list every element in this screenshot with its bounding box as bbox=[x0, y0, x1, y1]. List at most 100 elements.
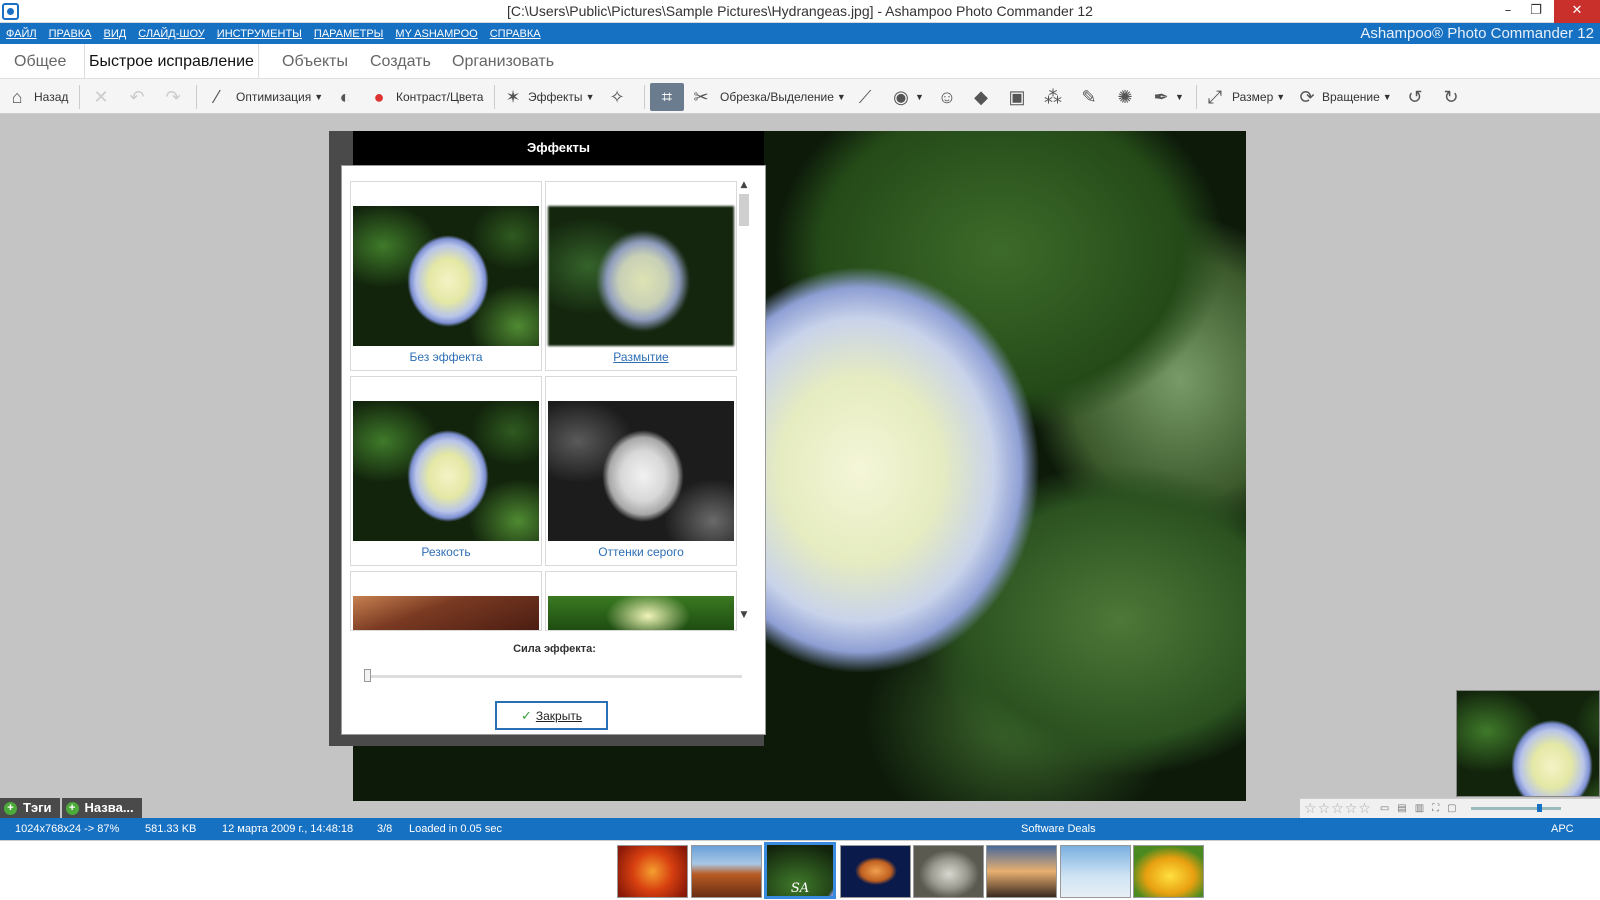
filmstrip-thumb-penguins[interactable] bbox=[1060, 845, 1131, 898]
effect-sepia[interactable] bbox=[350, 571, 542, 631]
frame-button[interactable]: ▣ bbox=[1006, 83, 1028, 111]
zoom-slider-handle[interactable] bbox=[1537, 804, 1542, 812]
filmstrip-thumb-chrysanthemum[interactable] bbox=[617, 845, 688, 898]
rotate-right-button[interactable]: ↻ bbox=[1440, 83, 1462, 111]
effects-scrollbar[interactable]: ▲ ▼ bbox=[736, 178, 752, 623]
star-icon[interactable]: ☆ bbox=[1358, 801, 1371, 817]
chevron-down-icon: ▼ bbox=[915, 92, 924, 102]
scroll-down-icon[interactable]: ▼ bbox=[736, 608, 752, 622]
effect-thumbnail bbox=[353, 206, 539, 346]
effect-blur[interactable]: Размытие bbox=[545, 181, 737, 371]
compare-icon[interactable]: ▤ bbox=[1397, 803, 1406, 814]
name-tab[interactable]: + Назва... bbox=[61, 798, 142, 818]
effect-vivid[interactable] bbox=[545, 571, 737, 631]
straighten-button[interactable]: ⟋ bbox=[854, 83, 876, 111]
rotate-left-button[interactable]: ↺ bbox=[1404, 83, 1426, 111]
portrait-button[interactable]: ☺ bbox=[936, 83, 958, 111]
window-title: [C:\Users\Public\Pictures\Sample Picture… bbox=[507, 3, 1093, 19]
line-icon: ⟋ bbox=[858, 87, 872, 107]
filmstrip-thumb-jellyfish[interactable] bbox=[840, 845, 911, 898]
rotate-left-icon: ↺ bbox=[1407, 87, 1423, 107]
tab-organize[interactable]: Организовать bbox=[448, 44, 558, 78]
splash-button[interactable]: ✺ bbox=[1114, 83, 1136, 111]
redo-button[interactable]: ↷ bbox=[162, 83, 184, 111]
zoom-slider[interactable] bbox=[1470, 807, 1561, 810]
scroll-up-icon[interactable]: ▲ bbox=[736, 178, 752, 192]
effects-button[interactable]: ✶ Эффекты ▼ bbox=[502, 83, 594, 111]
picture-icon[interactable]: ▭ bbox=[1380, 803, 1389, 814]
rotate-button[interactable]: ⟳ Вращение ▼ bbox=[1296, 83, 1391, 111]
noise-button[interactable]: ⁂ bbox=[1042, 83, 1064, 111]
effect-strength-slider[interactable] bbox=[366, 675, 742, 678]
undo-button[interactable]: ↶ bbox=[126, 83, 148, 111]
navigator-preview[interactable] bbox=[1456, 690, 1600, 797]
stars-icon: ✶ bbox=[505, 87, 521, 107]
maximize-button[interactable]: ❐ bbox=[1522, 0, 1550, 23]
resize-button[interactable]: ⤢ Размер ▼ bbox=[1204, 83, 1285, 111]
tab-general[interactable]: Общее bbox=[10, 44, 70, 78]
filmstrip-thumb-koala[interactable] bbox=[913, 845, 984, 898]
clone-button[interactable]: ✒ ▼ bbox=[1150, 83, 1183, 111]
resize-icon: ⤢ bbox=[1207, 87, 1223, 107]
optimize-button[interactable]: ⁄ Оптимизация ▼ bbox=[206, 83, 323, 111]
sparkle-button[interactable]: ✧ bbox=[606, 83, 628, 111]
monitor-icon[interactable]: ▢ bbox=[1447, 803, 1456, 814]
effect-thumbnail bbox=[548, 206, 734, 346]
brand-label: Ashampoo® Photo Commander 12 bbox=[1360, 25, 1594, 42]
filmstrip-thumb-lighthouse[interactable] bbox=[986, 845, 1057, 898]
software-deals-link[interactable]: Software Deals bbox=[1021, 818, 1096, 840]
menu-help[interactable]: СПРАВКА bbox=[490, 28, 541, 40]
tab-objects[interactable]: Объекты bbox=[278, 44, 352, 78]
minimize-button[interactable]: – bbox=[1494, 0, 1522, 23]
menu-edit[interactable]: ПРАВКА bbox=[49, 28, 92, 40]
close-button[interactable]: ✓ Закрыть bbox=[495, 701, 608, 730]
contrast-color-button[interactable]: ● Контраст/Цвета bbox=[368, 83, 484, 111]
star-icon[interactable]: ☆ bbox=[1304, 801, 1317, 817]
menu-bar: ФАЙЛ ПРАВКА ВИД СЛАЙД-ШОУ ИНСТРУМЕНТЫ ПА… bbox=[0, 23, 1600, 44]
check-icon: ✓ bbox=[520, 707, 532, 723]
slider-handle[interactable] bbox=[364, 669, 371, 682]
back-button[interactable]: ⌂ Назад bbox=[6, 83, 69, 111]
discard-button[interactable]: ✕ bbox=[90, 83, 112, 111]
scroll-thumb[interactable] bbox=[739, 194, 749, 226]
face-icon: ☺ bbox=[937, 87, 957, 107]
chevron-down-icon: ▼ bbox=[836, 92, 846, 102]
tag-tabs: + Тэги + Назва... bbox=[0, 798, 144, 818]
chevron-down-icon: ▼ bbox=[585, 92, 595, 102]
fullscreen-icon[interactable]: ⛶ bbox=[1432, 803, 1439, 814]
effect-none[interactable]: Без эффекта bbox=[350, 181, 542, 371]
star-icon[interactable]: ☆ bbox=[1331, 801, 1344, 817]
menu-file[interactable]: ФАЙЛ bbox=[6, 28, 37, 40]
effect-grayscale[interactable]: Оттенки серого bbox=[545, 376, 737, 566]
crop-frame-icon: ⌗ bbox=[661, 87, 673, 107]
tags-tab[interactable]: + Тэги bbox=[0, 798, 60, 818]
menu-options[interactable]: ПАРАМЕТРЫ bbox=[314, 28, 383, 40]
tab-create[interactable]: Создать bbox=[366, 44, 435, 78]
tab-quick-fix[interactable]: Быстрое исправление bbox=[84, 44, 259, 78]
effects-dialog: Без эффекта Размытие Резкость Оттенки се… bbox=[341, 165, 766, 735]
split-icon[interactable]: ▥ bbox=[1415, 803, 1424, 814]
toolbar: ⌂ Назад ✕ ↶ ↷ ⁄ Оптимизация ▼ ◐ ● Контра… bbox=[0, 78, 1600, 114]
eraser-button[interactable]: ◆ bbox=[970, 83, 992, 111]
filmstrip-thumb-tulips[interactable] bbox=[1133, 845, 1204, 898]
effect-sharpen[interactable]: Резкость bbox=[350, 376, 542, 566]
brightness-button[interactable]: ◐ bbox=[334, 83, 356, 111]
crop-select-button[interactable]: ✂ Обрезка/Выделение ▼ bbox=[690, 83, 846, 111]
red-eye-button[interactable]: ◉ ▼ bbox=[890, 83, 924, 111]
ribbon-tabs: Общее Быстрое исправление Объекты Создат… bbox=[0, 44, 1600, 78]
crop-tool-toggle[interactable]: ⌗ bbox=[650, 83, 684, 111]
menu-view[interactable]: ВИД bbox=[104, 28, 127, 40]
filmstrip-thumb-desert[interactable] bbox=[691, 845, 762, 898]
rating-bar: ☆ ☆ ☆ ☆ ☆ ▭ ▤ ▥ ⛶ ▢ bbox=[1300, 798, 1600, 818]
menu-tools[interactable]: ИНСТРУМЕНТЫ bbox=[217, 28, 302, 40]
close-window-button[interactable]: ✕ bbox=[1554, 0, 1600, 23]
filmstrip-thumb-hydrangeas[interactable]: SA bbox=[764, 842, 836, 899]
menu-slideshow[interactable]: СЛАЙД-ШОУ bbox=[138, 28, 205, 40]
star-icon[interactable]: ☆ bbox=[1345, 801, 1358, 817]
effect-thumbnail bbox=[548, 401, 734, 541]
star-icon[interactable]: ☆ bbox=[1318, 801, 1331, 817]
brush-button[interactable]: ✎ bbox=[1078, 83, 1100, 111]
plus-icon: + bbox=[65, 801, 79, 815]
file-size: 581.33 KB bbox=[145, 823, 197, 835]
menu-my-ashampoo[interactable]: MY ASHAMPOO bbox=[395, 28, 477, 40]
